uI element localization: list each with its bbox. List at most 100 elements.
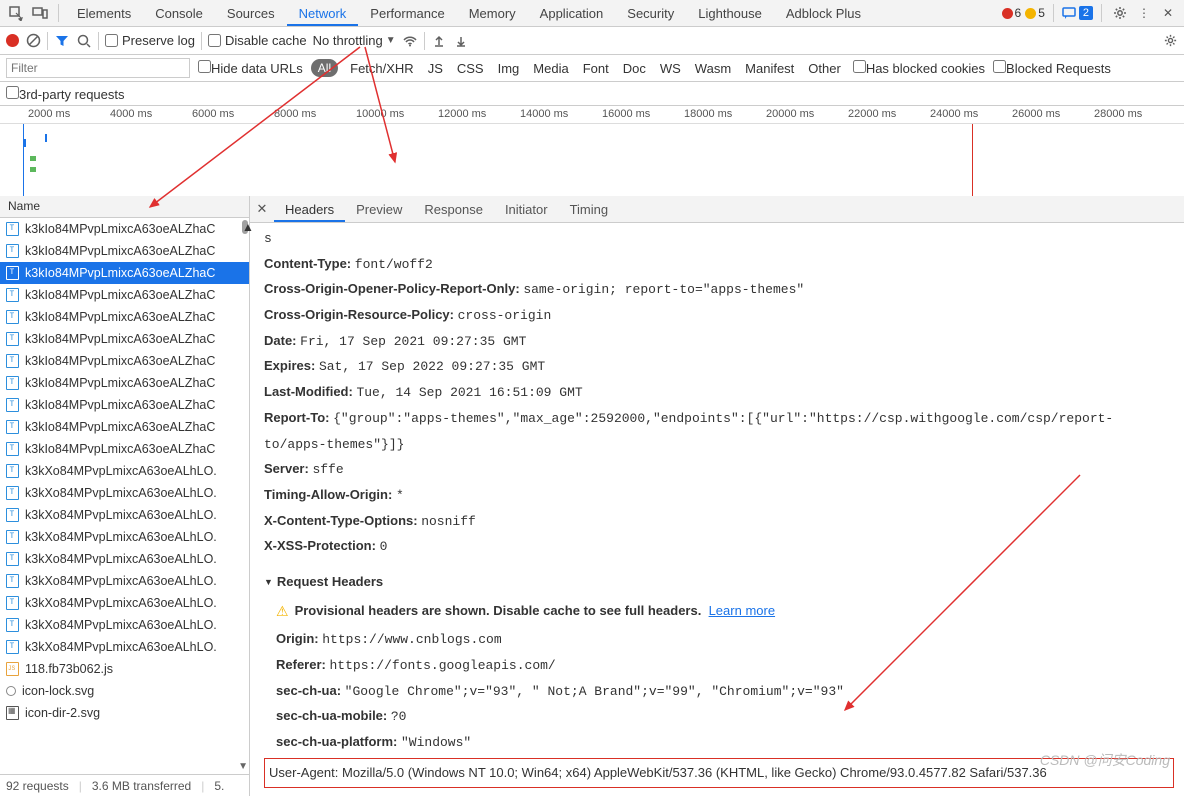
request-row[interactable]: k3kXo84MPvpLmixcA63oeALhLO. — [0, 592, 249, 614]
file-type-icon — [6, 244, 19, 258]
request-row[interactable]: k3kIo84MPvpLmixcA63oeALZhaC — [0, 416, 249, 438]
file-type-icon — [6, 310, 19, 324]
timeline-tick: 2000 ms — [28, 108, 70, 120]
request-name: k3kXo84MPvpLmixcA63oeALhLO. — [25, 618, 217, 632]
request-row[interactable]: k3kIo84MPvpLmixcA63oeALZhaC — [0, 284, 249, 306]
has-blocked-cookies-checkbox[interactable]: Has blocked cookies — [853, 60, 985, 76]
request-row[interactable]: k3kIo84MPvpLmixcA63oeALZhaC — [0, 394, 249, 416]
request-row[interactable]: k3kIo84MPvpLmixcA63oeALZhaC — [0, 438, 249, 460]
response-header-item: Expires: Sat, 17 Sep 2022 09:27:35 GMT — [264, 354, 1174, 380]
request-row[interactable]: k3kXo84MPvpLmixcA63oeALhLO. — [0, 460, 249, 482]
timeline-overview[interactable]: 2000 ms4000 ms6000 ms8000 ms10000 ms1200… — [0, 106, 1184, 196]
scrollbar-thumb[interactable]: ▲ — [242, 220, 248, 234]
request-row[interactable]: k3kXo84MPvpLmixcA63oeALhLO. — [0, 526, 249, 548]
preserve-log-checkbox[interactable]: Preserve log — [105, 33, 195, 48]
filter-type-other[interactable]: Other — [804, 59, 845, 78]
tab-memory[interactable]: Memory — [457, 1, 528, 26]
filter-type-media[interactable]: Media — [529, 59, 572, 78]
inspect-icon[interactable] — [4, 1, 28, 25]
filter-type-font[interactable]: Font — [579, 59, 613, 78]
gear-icon[interactable] — [1162, 33, 1178, 49]
request-row[interactable]: k3kIo84MPvpLmixcA63oeALZhaC — [0, 350, 249, 372]
gear-icon[interactable] — [1108, 1, 1132, 25]
tab-application[interactable]: Application — [528, 1, 616, 26]
scroll-down-arrow[interactable]: ▼ — [238, 761, 248, 772]
request-row[interactable]: icon-dir-2.svg — [0, 702, 249, 724]
error-count[interactable]: 6 — [1002, 6, 1022, 20]
request-header-item: sec-ch-ua: "Google Chrome";v="93", " Not… — [276, 679, 1174, 705]
filter-type-wasm[interactable]: Wasm — [691, 59, 735, 78]
request-row[interactable]: icon-lock.svg — [0, 680, 249, 702]
file-type-icon — [6, 464, 19, 478]
filter-type-fetch-xhr[interactable]: Fetch/XHR — [346, 59, 418, 78]
request-row[interactable]: k3kXo84MPvpLmixcA63oeALhLO. — [0, 570, 249, 592]
filter-type-ws[interactable]: WS — [656, 59, 685, 78]
filter-type-css[interactable]: CSS — [453, 59, 488, 78]
record-button[interactable] — [6, 34, 19, 47]
detail-tab-initiator[interactable]: Initiator — [494, 197, 559, 222]
throttling-dropdown[interactable]: No throttling▼ — [313, 33, 396, 48]
timeline-tick: 28000 ms — [1094, 108, 1142, 120]
file-type-icon — [6, 686, 16, 696]
tab-sources[interactable]: Sources — [215, 1, 287, 26]
learn-more-link[interactable]: Learn more — [709, 603, 775, 618]
request-row[interactable]: 118.fb73b062.js — [0, 658, 249, 680]
request-row[interactable]: k3kXo84MPvpLmixcA63oeALhLO. — [0, 482, 249, 504]
warning-count[interactable]: 5 — [1025, 6, 1045, 20]
hide-data-urls-checkbox[interactable]: Hide data URLs — [198, 60, 303, 76]
blocked-requests-checkbox[interactable]: Blocked Requests — [993, 60, 1111, 76]
tab-network[interactable]: Network — [287, 1, 359, 26]
timeline-tick: 16000 ms — [602, 108, 650, 120]
request-row[interactable]: k3kIo84MPvpLmixcA63oeALZhaC — [0, 328, 249, 350]
request-row[interactable]: k3kIo84MPvpLmixcA63oeALZhaC — [0, 372, 249, 394]
timeline-tick: 18000 ms — [684, 108, 732, 120]
filter-type-js[interactable]: JS — [424, 59, 447, 78]
request-row[interactable]: k3kIo84MPvpLmixcA63oeALZhaC — [0, 218, 249, 240]
detail-tab-timing[interactable]: Timing — [559, 197, 620, 222]
response-header-item: Last-Modified: Tue, 14 Sep 2021 16:51:09… — [264, 380, 1174, 406]
wifi-icon[interactable] — [402, 33, 418, 49]
clear-icon[interactable] — [25, 33, 41, 49]
filter-input[interactable] — [6, 58, 190, 78]
filter-type-manifest[interactable]: Manifest — [741, 59, 798, 78]
download-icon[interactable] — [453, 33, 469, 49]
request-name: k3kIo84MPvpLmixcA63oeALZhaC — [25, 354, 215, 368]
kebab-menu-icon[interactable]: ⋮ — [1132, 1, 1156, 25]
tab-security[interactable]: Security — [615, 1, 686, 26]
device-toggle-icon[interactable] — [28, 1, 52, 25]
request-row[interactable]: k3kXo84MPvpLmixcA63oeALhLO. — [0, 614, 249, 636]
search-icon[interactable] — [76, 33, 92, 49]
column-header-name[interactable]: Name — [0, 196, 249, 218]
third-party-checkbox[interactable]: 3rd-party requests — [6, 86, 125, 102]
tab-adblock-plus[interactable]: Adblock Plus — [774, 1, 873, 26]
close-devtools-icon[interactable]: ✕ — [1156, 1, 1180, 25]
scrollbar-track[interactable] — [239, 218, 249, 774]
disable-cache-checkbox[interactable]: Disable cache — [208, 33, 307, 48]
request-row[interactable]: k3kIo84MPvpLmixcA63oeALZhaC — [0, 306, 249, 328]
close-detail-icon[interactable]: ✕ — [250, 201, 274, 217]
tab-lighthouse[interactable]: Lighthouse — [686, 1, 774, 26]
status-bar: 92 requests | 3.6 MB transferred | 5. — [0, 774, 249, 796]
filter-type-img[interactable]: Img — [494, 59, 524, 78]
filter-type-doc[interactable]: Doc — [619, 59, 650, 78]
request-row[interactable]: k3kXo84MPvpLmixcA63oeALhLO. — [0, 636, 249, 658]
upload-icon[interactable] — [431, 33, 447, 49]
detail-tab-headers[interactable]: Headers — [274, 197, 345, 222]
tab-elements[interactable]: Elements — [65, 1, 143, 26]
messages-count[interactable]: 2 — [1062, 6, 1093, 20]
detail-tab-preview[interactable]: Preview — [345, 197, 413, 222]
file-type-icon — [6, 618, 19, 632]
request-row[interactable]: k3kIo84MPvpLmixcA63oeALZhaC — [0, 240, 249, 262]
request-row[interactable]: k3kXo84MPvpLmixcA63oeALhLO. — [0, 548, 249, 570]
filter-all-pill[interactable]: All — [311, 59, 338, 77]
tab-console[interactable]: Console — [143, 1, 215, 26]
request-name: k3kXo84MPvpLmixcA63oeALhLO. — [25, 552, 217, 566]
file-type-icon — [6, 662, 19, 676]
detail-tab-response[interactable]: Response — [413, 197, 494, 222]
request-row[interactable]: k3kXo84MPvpLmixcA63oeALhLO. — [0, 504, 249, 526]
timeline-tick: 12000 ms — [438, 108, 486, 120]
request-headers-section[interactable]: Request Headers — [264, 570, 1174, 595]
filter-icon[interactable] — [54, 33, 70, 49]
tab-performance[interactable]: Performance — [358, 1, 456, 26]
request-row[interactable]: k3kIo84MPvpLmixcA63oeALZhaC — [0, 262, 249, 284]
